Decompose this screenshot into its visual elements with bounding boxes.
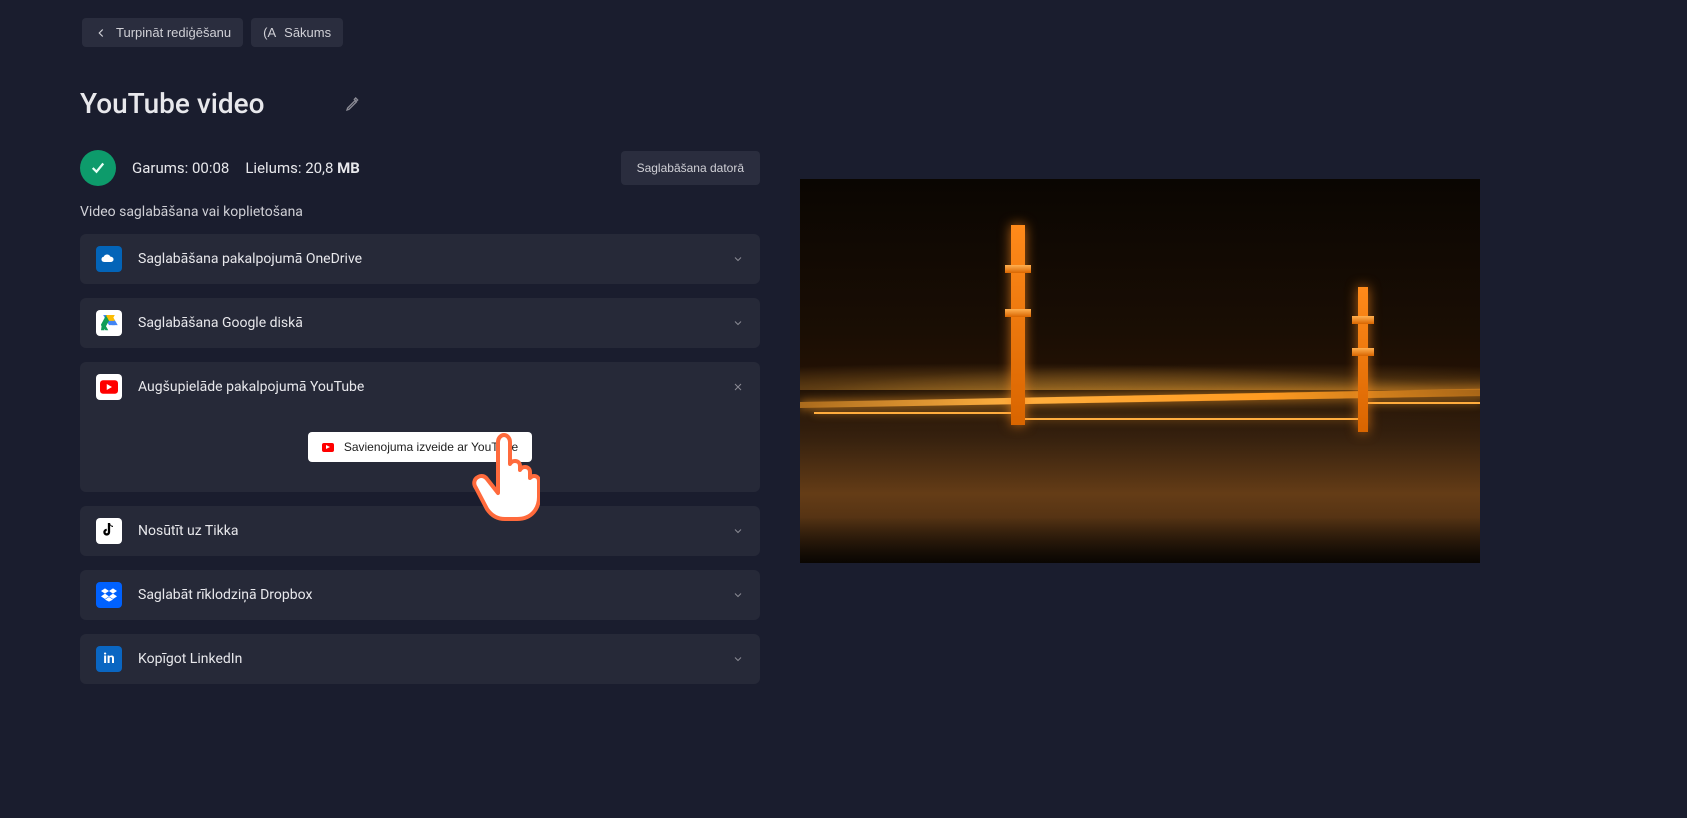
page-title: YouTube video — [80, 87, 265, 120]
chevron-down-icon — [732, 317, 744, 329]
chevron-down-icon — [732, 253, 744, 265]
youtube-small-icon — [322, 443, 334, 452]
share-option-label: Kopīgot LinkedIn — [138, 651, 716, 667]
onedrive-icon — [96, 246, 122, 272]
arrow-left-icon — [94, 26, 108, 40]
share-option-gdrive-header[interactable]: Saglabāšana Google diskā — [80, 298, 760, 348]
share-option-onedrive: Saglabāšana pakalpojumā OneDrive — [80, 234, 760, 284]
share-option-linkedin-header[interactable]: in Kopīgot LinkedIn — [80, 634, 760, 684]
share-option-dropbox-header[interactable]: Saglabāt rīklodziņā Dropbox — [80, 570, 760, 620]
share-option-gdrive: Saglabāšana Google diskā — [80, 298, 760, 348]
share-option-label: Saglabāt rīklodziņā Dropbox — [138, 587, 716, 603]
close-icon[interactable] — [732, 381, 744, 393]
continue-editing-label: Turpināt rediģēšanu — [116, 25, 231, 40]
chevron-down-icon — [732, 525, 744, 537]
share-option-tiktok-header[interactable]: Nosūtīt uz Tikka — [80, 506, 760, 556]
home-prefix: (A — [263, 25, 276, 40]
save-to-computer-button[interactable]: Saglabāšana datorā — [621, 151, 760, 185]
connect-youtube-label: Savienojuma izveide ar YouTube — [344, 440, 518, 454]
share-option-label: Nosūtīt uz Tikka — [138, 523, 716, 539]
share-option-youtube-header[interactable]: Augšupielāde pakalpojumā YouTube — [80, 362, 760, 412]
edit-icon[interactable] — [345, 96, 361, 112]
youtube-icon — [96, 374, 122, 400]
connect-youtube-button[interactable]: Savienojuma izveide ar YouTube — [308, 432, 532, 462]
share-option-label: Saglabāšana pakalpojumā OneDrive — [138, 251, 716, 267]
size-label: Lielums: 20,8 MB — [245, 159, 360, 177]
share-option-dropbox: Saglabāt rīklodziņā Dropbox — [80, 570, 760, 620]
status-check-icon — [80, 150, 116, 186]
home-button[interactable]: (A Sākums — [251, 18, 343, 47]
tiktok-icon — [96, 518, 122, 544]
share-option-youtube: Augšupielāde pakalpojumā YouTube Savieno… — [80, 362, 760, 492]
share-option-label: Augšupielāde pakalpojumā YouTube — [138, 379, 716, 395]
share-option-label: Saglabāšana Google diskā — [138, 315, 716, 331]
dropbox-icon — [96, 582, 122, 608]
share-option-linkedin: in Kopīgot LinkedIn — [80, 634, 760, 684]
continue-editing-button[interactable]: Turpināt rediģēšanu — [82, 18, 243, 47]
chevron-down-icon — [732, 653, 744, 665]
gdrive-icon — [96, 310, 122, 336]
duration-label: Garums: 00:08 — [132, 159, 229, 177]
home-label: Sākums — [284, 25, 331, 40]
share-subheading: Video saglabāšana vai koplietošana — [80, 204, 760, 220]
chevron-down-icon — [732, 589, 744, 601]
video-preview-thumbnail — [800, 179, 1480, 563]
share-option-tiktok: Nosūtīt uz Tikka — [80, 506, 760, 556]
linkedin-icon: in — [96, 646, 122, 672]
share-option-onedrive-header[interactable]: Saglabāšana pakalpojumā OneDrive — [80, 234, 760, 284]
